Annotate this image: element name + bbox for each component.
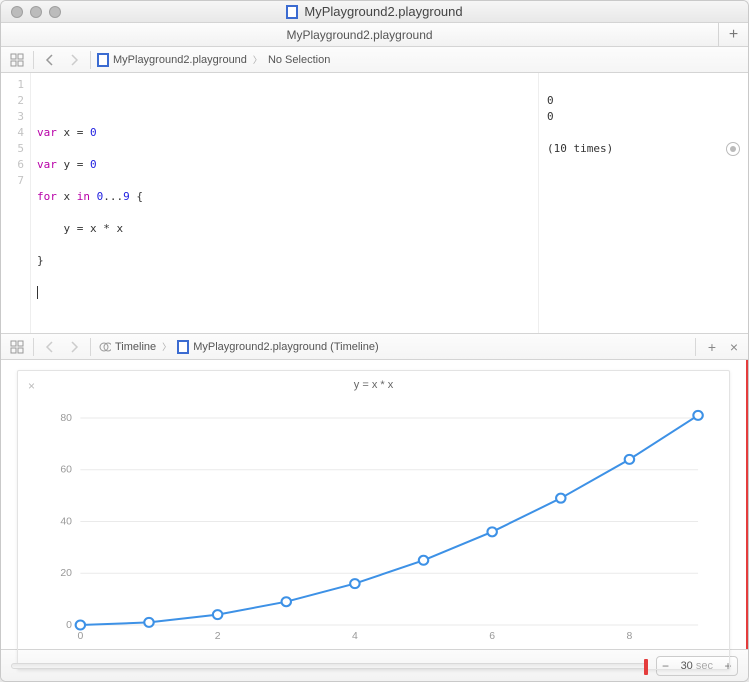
close-pane-button[interactable]: × <box>726 339 742 355</box>
result-line-3: (10 times) <box>547 141 613 157</box>
playhead-marker[interactable] <box>644 659 648 675</box>
svg-text:0: 0 <box>77 631 83 642</box>
chevron-right-icon: 〉 <box>251 53 264 66</box>
forward-button[interactable] <box>64 337 84 357</box>
chart-area: 0 20 40 60 80 0 2 4 6 8 <box>28 395 719 655</box>
svg-text:4: 4 <box>352 631 358 642</box>
add-tab-button[interactable]: + <box>718 23 748 46</box>
result-line-2: 0 <box>547 109 740 125</box>
svg-text:20: 20 <box>60 568 72 579</box>
breadcrumb[interactable]: MyPlayground2.playground 〉 No Selection <box>97 53 330 67</box>
playground-file-icon <box>97 53 109 67</box>
line-gutter: 1 2 3 4 5 6 7 <box>1 73 31 333</box>
document-tabs: MyPlayground2.playground + <box>1 23 748 47</box>
editor-toolbar: MyPlayground2.playground 〉 No Selection <box>1 47 748 73</box>
tab-main[interactable]: MyPlayground2.playground <box>1 28 718 42</box>
card-close-button[interactable]: × <box>28 379 35 393</box>
close-window-button[interactable] <box>11 6 23 18</box>
chart-card: × y = x * x 0 20 40 60 80 0 2 4 6 8 <box>17 370 730 670</box>
related-items-icon[interactable] <box>7 50 27 70</box>
svg-text:80: 80 <box>60 413 72 424</box>
timeline-body: × y = x * x 0 20 40 60 80 0 2 4 6 8 <box>1 360 748 649</box>
svg-text:60: 60 <box>60 465 72 476</box>
editor-row: 1 2 3 4 5 6 7 var x = 0 var y = 0 for x … <box>1 73 748 334</box>
forward-button[interactable] <box>64 50 84 70</box>
breadcrumb-selection: No Selection <box>268 54 330 66</box>
playground-file-icon <box>177 340 189 354</box>
svg-text:2: 2 <box>215 631 221 642</box>
timeline-icon <box>97 340 111 354</box>
code-editor[interactable]: var x = 0 var y = 0 for x in 0...9 { y =… <box>31 73 538 333</box>
playground-file-icon <box>286 5 298 19</box>
timeline-toolbar: Timeline 〉 MyPlayground2.playground (Tim… <box>1 334 748 360</box>
titlebar[interactable]: MyPlayground2.playground <box>1 1 748 23</box>
chevron-right-icon: 〉 <box>160 340 173 353</box>
svg-text:40: 40 <box>60 517 72 528</box>
timeline-breadcrumb-b: MyPlayground2.playground (Timeline) <box>193 341 378 353</box>
chart-title: y = x * x <box>28 379 719 391</box>
breadcrumb-file: MyPlayground2.playground <box>113 54 247 66</box>
zoom-window-button[interactable] <box>49 6 61 18</box>
timeline-breadcrumb-a: Timeline <box>115 341 156 353</box>
svg-text:6: 6 <box>489 631 495 642</box>
add-pane-button[interactable]: + <box>704 339 720 355</box>
back-button[interactable] <box>40 337 60 357</box>
related-items-icon[interactable] <box>7 337 27 357</box>
result-line-1: 0 <box>547 93 740 109</box>
svg-text:8: 8 <box>627 631 633 642</box>
tab-main-label: MyPlayground2.playground <box>286 28 432 42</box>
traffic-lights[interactable] <box>11 6 61 18</box>
results-sidebar: 0 0 (10 times) <box>538 73 748 333</box>
window-title: MyPlayground2.playground <box>304 4 462 19</box>
svg-text:0: 0 <box>66 620 72 631</box>
back-button[interactable] <box>40 50 60 70</box>
timeline-scrubber[interactable] <box>11 663 648 669</box>
quicklook-icon[interactable] <box>726 142 740 156</box>
app-window: MyPlayground2.playground MyPlayground2.p… <box>0 0 749 682</box>
minimize-window-button[interactable] <box>30 6 42 18</box>
timeline-breadcrumb[interactable]: Timeline 〉 MyPlayground2.playground (Tim… <box>97 340 379 354</box>
